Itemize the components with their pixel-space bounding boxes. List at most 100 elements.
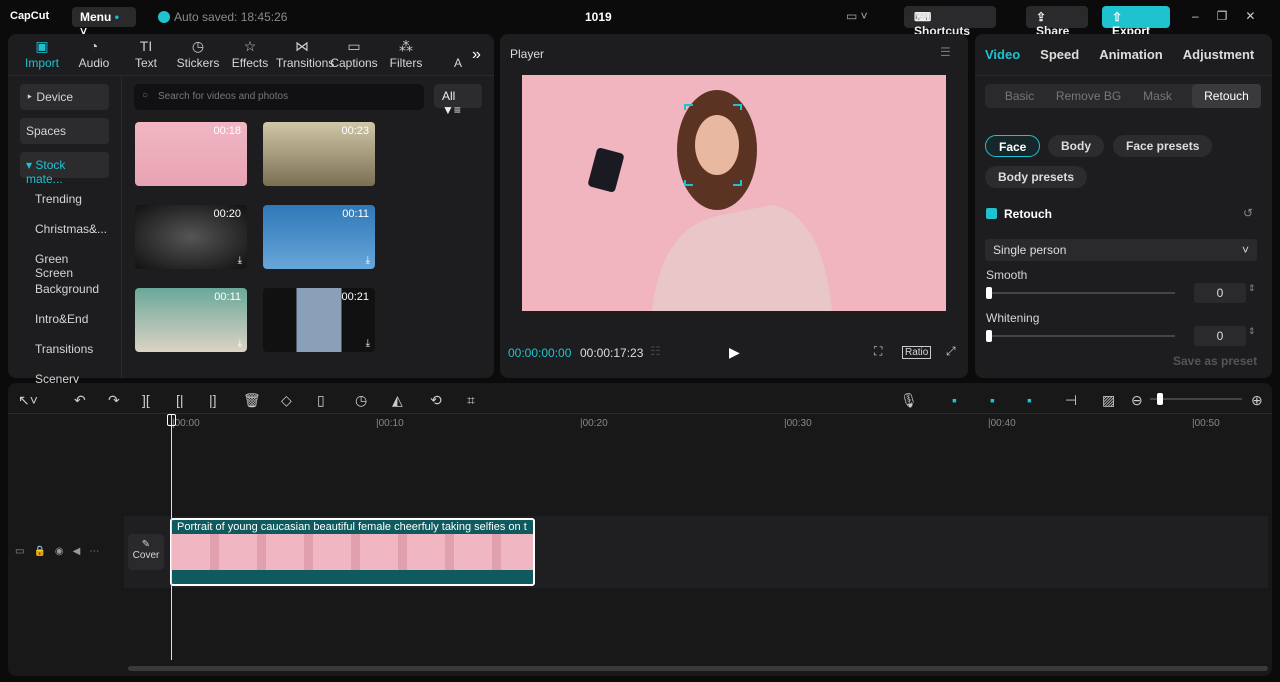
play-button[interactable]: ▶: [729, 344, 740, 361]
media-thumbnail[interactable]: 00:18: [135, 122, 247, 186]
video-clip[interactable]: Portrait of young caucasian beautiful fe…: [170, 518, 535, 586]
person-mode-select[interactable]: Single person ˅: [985, 239, 1257, 261]
whitening-slider[interactable]: [989, 335, 1175, 337]
split-preview-icon[interactable]: ⊣: [1065, 392, 1077, 409]
media-thumbnail[interactable]: 00:21 ⤓: [263, 288, 375, 352]
link-main-icon[interactable]: ▪: [952, 392, 957, 408]
timeline-scrollbar[interactable]: [128, 666, 1268, 671]
tick-label: 00:40: [990, 418, 1016, 429]
split-right-icon[interactable]: |]: [209, 392, 217, 408]
filters-icon: ⁂: [399, 38, 413, 54]
filter-button[interactable]: All ▼≡: [434, 84, 482, 117]
share-button[interactable]: ⇪ Share: [1026, 6, 1088, 38]
tab-audio[interactable]: ◔ Audio: [68, 34, 120, 75]
subtab-remove-bg[interactable]: Remove BG: [1054, 84, 1123, 108]
crop-icon[interactable]: ⌗: [467, 392, 475, 409]
pill-face-presets[interactable]: Face presets: [1113, 135, 1213, 157]
tab-transitions[interactable]: ⋈ Transitions: [276, 34, 334, 75]
whitening-stepper[interactable]: ⇕: [1248, 326, 1256, 337]
sidebar-item[interactable]: Transitions: [20, 336, 109, 358]
sidebar-device[interactable]: ‣ Device: [20, 84, 109, 110]
more-tabs-icon[interactable]: »: [472, 46, 481, 64]
media-thumbnail[interactable]: 00:11 ⤓: [135, 288, 247, 352]
tab-filters[interactable]: ⁂ Filters: [380, 34, 432, 75]
pill-face[interactable]: Face: [985, 135, 1041, 157]
track-controls[interactable]: ▭🔒◉◀⋯: [15, 546, 108, 557]
fullscreen-icon[interactable]: ⤢: [946, 344, 956, 359]
save-preset-button[interactable]: Save as preset: [1173, 354, 1257, 368]
tab-captions[interactable]: ▭ Captions: [328, 34, 380, 75]
cover-button[interactable]: ✎ Cover: [128, 534, 164, 570]
link-icon[interactable]: ▪: [1027, 392, 1032, 408]
sidebar-item[interactable]: Trending: [20, 186, 109, 208]
smooth-value[interactable]: 0: [1194, 283, 1246, 303]
sidebar-item[interactable]: Intro&End: [20, 306, 109, 328]
split-left-icon[interactable]: [|: [176, 392, 184, 408]
mirror-icon[interactable]: ◭: [392, 392, 403, 409]
sidebar-item[interactable]: Christmas&...: [20, 216, 109, 238]
redo-icon[interactable]: ↷: [108, 392, 120, 409]
download-icon[interactable]: ⤓: [366, 255, 370, 266]
delete-icon[interactable]: 🗑: [243, 392, 261, 409]
smooth-stepper[interactable]: ⇕: [1248, 283, 1256, 294]
download-icon[interactable]: ⤓: [366, 338, 370, 349]
tab-import[interactable]: ▣ Import: [16, 34, 68, 75]
media-thumbnail[interactable]: 00:11 ⤓: [263, 205, 375, 269]
ratio-button[interactable]: Ratio: [902, 346, 932, 359]
tab-effects[interactable]: ☆ Effects: [224, 34, 276, 75]
preview-icon[interactable]: ▨: [1102, 392, 1115, 409]
tab-speed[interactable]: Speed: [1040, 47, 1079, 62]
smooth-knob[interactable]: [986, 287, 992, 299]
zoom-out-icon[interactable]: ⊖: [1131, 392, 1143, 409]
undo-icon[interactable]: ↶: [74, 392, 86, 409]
shortcuts-button[interactable]: ⌨ Shortcuts: [904, 6, 996, 38]
select-tool-icon[interactable]: ↖˅: [18, 392, 38, 409]
mic-icon[interactable]: 🎙: [900, 392, 918, 409]
snap-icon[interactable]: ▪: [990, 392, 995, 408]
tab-animation[interactable]: Animation: [1099, 47, 1163, 62]
whitening-knob[interactable]: [986, 330, 992, 342]
export-button[interactable]: ⇧ Export: [1102, 6, 1170, 38]
media-thumbnail[interactable]: 00:23: [263, 122, 375, 186]
media-thumbnail[interactable]: 00:20 ⤓: [135, 205, 247, 269]
reset-icon[interactable]: ↺: [1243, 206, 1253, 220]
waveform-icon[interactable]: ☷: [650, 344, 661, 358]
split-icon[interactable]: ][: [142, 392, 150, 408]
download-icon[interactable]: ⤓: [238, 255, 242, 266]
tab-adjustment[interactable]: Adjustment: [1183, 47, 1255, 62]
subtab-mask[interactable]: Mask: [1123, 84, 1192, 108]
subtab-basic[interactable]: Basic: [985, 84, 1054, 108]
reverse-icon[interactable]: ◷: [355, 392, 367, 409]
tab-text[interactable]: TI Text: [120, 34, 172, 75]
zoom-slider-knob[interactable]: [1156, 393, 1163, 405]
freeze-icon[interactable]: ▯: [317, 392, 325, 409]
rotate-icon[interactable]: ⟲: [430, 392, 442, 409]
tab-video[interactable]: Video: [985, 47, 1020, 62]
playhead-handle[interactable]: [167, 414, 176, 426]
marker-icon[interactable]: ◇: [281, 392, 292, 409]
tab-stickers[interactable]: ◷ Stickers: [172, 34, 224, 75]
pill-body-presets[interactable]: Body presets: [985, 166, 1088, 188]
whitening-value[interactable]: 0: [1194, 326, 1246, 346]
zoom-in-icon[interactable]: ⊕: [1251, 392, 1263, 409]
window-controls[interactable]: –❐✕: [1192, 9, 1274, 23]
player-menu-icon[interactable]: ☰: [940, 45, 951, 59]
media-search-input[interactable]: ○ Search for videos and photos: [134, 84, 424, 110]
video-preview[interactable]: [522, 75, 946, 311]
sidebar-item[interactable]: Green Screen: [20, 246, 109, 280]
smooth-slider[interactable]: [989, 292, 1175, 294]
retouch-checkbox[interactable]: [986, 208, 997, 219]
capcut-logo: CapCut: [10, 10, 50, 22]
layout-icon[interactable]: ▭ ˅: [846, 9, 868, 23]
media-sidebar: ‣ Device Spaces ▾ Stock mate... Trending…: [8, 76, 122, 386]
zoom-fit-icon[interactable]: ⛶: [874, 344, 882, 359]
playhead[interactable]: [171, 414, 172, 660]
pill-body[interactable]: Body: [1048, 135, 1104, 157]
subtab-retouch[interactable]: Retouch: [1192, 84, 1261, 108]
sidebar-stock[interactable]: ▾ Stock mate...: [20, 152, 109, 186]
zoom-slider[interactable]: [1150, 398, 1242, 400]
download-icon[interactable]: ⤓: [238, 338, 242, 349]
sidebar-spaces[interactable]: Spaces: [20, 118, 109, 144]
menu-button[interactable]: Menu • ˅: [72, 7, 136, 38]
ruler-tick: |00:50: [1192, 418, 1220, 429]
